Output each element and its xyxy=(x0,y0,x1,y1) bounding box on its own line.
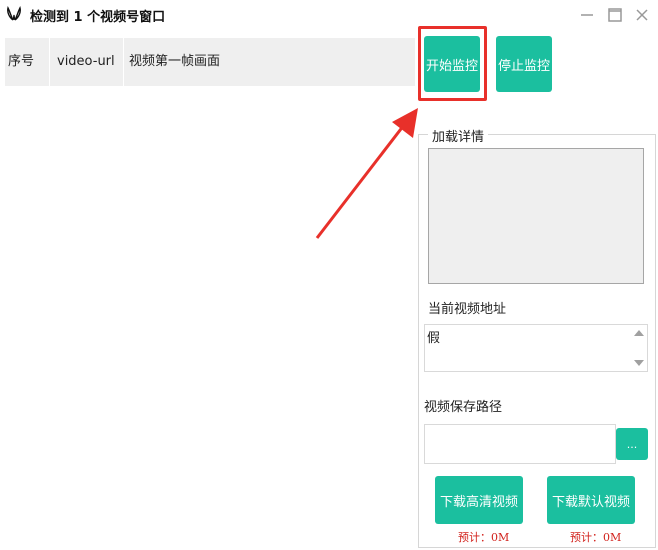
column-header-first-frame[interactable]: 视频第一帧画面 xyxy=(125,38,415,86)
minimize-icon[interactable] xyxy=(578,6,596,24)
title-bar: 检测到 1 个视频号窗口 xyxy=(0,0,658,30)
estimate-default-size: 预计：0M xyxy=(570,531,622,544)
download-default-button[interactable]: 下载默认视频 xyxy=(547,476,635,524)
close-icon[interactable] xyxy=(633,6,651,24)
annotation-arrow-icon xyxy=(315,108,418,239)
save-path-input[interactable] xyxy=(424,424,616,464)
current-url-label: 当前视频地址 xyxy=(428,302,507,317)
scroll-down-icon[interactable] xyxy=(634,360,644,366)
estimate-hd-size: 预计：0M xyxy=(458,531,510,544)
textarea-scrollbar[interactable] xyxy=(631,325,647,371)
scroll-up-icon[interactable] xyxy=(634,330,644,336)
download-hd-button[interactable]: 下载高清视频 xyxy=(435,476,523,524)
window-title: 检测到 1 个视频号窗口 xyxy=(30,10,166,25)
current-url-value: 假 xyxy=(427,331,441,346)
maximize-icon[interactable] xyxy=(606,6,624,24)
highlight-box xyxy=(418,26,487,101)
save-path-label: 视频保存路径 xyxy=(424,400,503,415)
current-url-textarea[interactable]: 假 xyxy=(424,324,648,372)
video-preview-area xyxy=(428,148,644,284)
table-header: 序号 video-url 视频第一帧画面 xyxy=(5,38,415,86)
stop-monitor-button[interactable]: 停止监控 xyxy=(496,36,552,92)
column-header-video-url[interactable]: video-url xyxy=(51,38,124,86)
butterfly-logo-icon xyxy=(7,6,21,21)
details-group-title: 加载详情 xyxy=(428,126,489,145)
browse-path-button[interactable]: ... xyxy=(616,428,648,460)
column-header-index[interactable]: 序号 xyxy=(5,38,50,86)
